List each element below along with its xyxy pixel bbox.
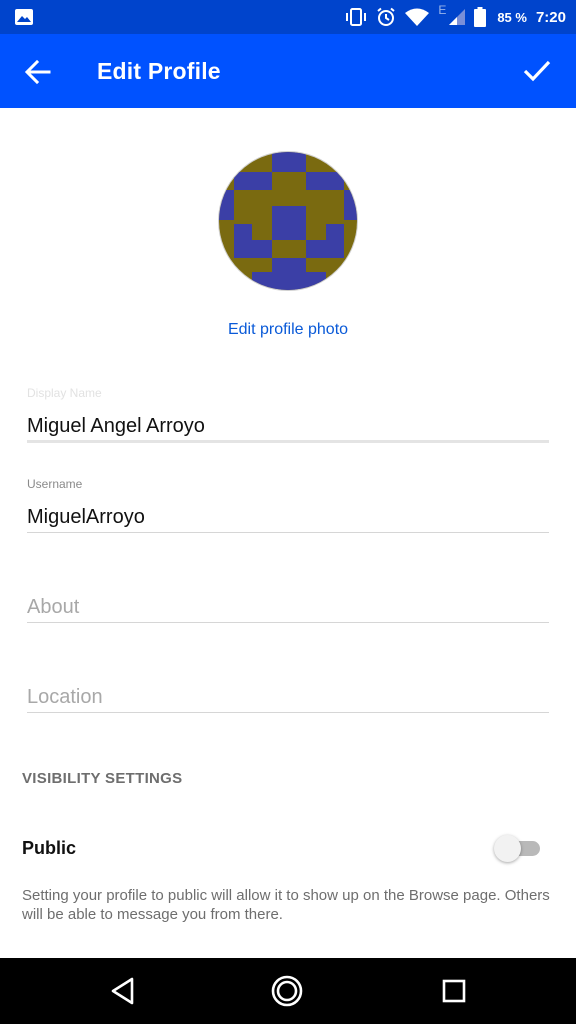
visibility-settings-header: VISIBILITY SETTINGS xyxy=(22,770,183,787)
system-nav-bar xyxy=(0,958,576,1024)
edit-profile-photo-link[interactable]: Edit profile photo xyxy=(0,321,576,339)
alarm-icon xyxy=(376,7,396,27)
page-title: Edit Profile xyxy=(97,58,221,84)
image-icon xyxy=(14,8,34,31)
username-label: Username xyxy=(27,477,83,491)
username-input[interactable]: MiguelArroyo xyxy=(27,506,549,529)
nav-home-button[interactable] xyxy=(270,974,304,1008)
location-field: Location xyxy=(27,684,549,716)
nav-recents-icon xyxy=(442,979,466,1003)
username-field: Username MiguelArroyo xyxy=(27,477,549,537)
about-underline xyxy=(27,622,549,623)
display-name-label: Display Name xyxy=(27,386,102,400)
clock: 7:20 xyxy=(535,8,566,26)
nav-back-button[interactable] xyxy=(106,974,140,1008)
arrow-back-icon xyxy=(24,59,51,85)
public-label: Public xyxy=(22,838,77,858)
about-input[interactable]: About xyxy=(27,596,549,619)
nav-home-icon xyxy=(271,975,303,1007)
public-description: Setting your profile to public will allo… xyxy=(22,887,550,923)
username-underline xyxy=(27,532,549,533)
battery-percent: 85 % xyxy=(497,9,527,25)
battery-icon xyxy=(474,7,487,27)
about-field: About xyxy=(27,594,549,626)
status-bar: E 85 % 7:20 xyxy=(0,0,576,34)
display-name-field: Display Name Miguel Angel Arroyo xyxy=(27,386,549,446)
network-type: E xyxy=(438,3,447,17)
toggle-thumb xyxy=(494,835,521,862)
location-underline xyxy=(27,712,549,713)
check-icon xyxy=(523,60,551,82)
nav-recents-button[interactable] xyxy=(437,974,471,1008)
profile-avatar[interactable] xyxy=(218,151,358,291)
public-toggle[interactable] xyxy=(494,834,542,862)
location-input[interactable]: Location xyxy=(27,686,549,709)
app-bar: Edit Profile xyxy=(0,34,576,108)
save-button[interactable] xyxy=(522,56,552,86)
wifi-icon xyxy=(405,8,430,26)
vibrate-icon xyxy=(345,8,367,26)
display-name-input[interactable]: Miguel Angel Arroyo xyxy=(27,415,549,438)
signal-icon xyxy=(449,9,466,25)
identicon-image xyxy=(219,152,357,290)
back-button[interactable] xyxy=(24,58,52,86)
status-icons: E 85 % 7:20 xyxy=(345,0,566,34)
nav-back-icon xyxy=(111,977,134,1005)
display-name-underline xyxy=(27,440,549,443)
